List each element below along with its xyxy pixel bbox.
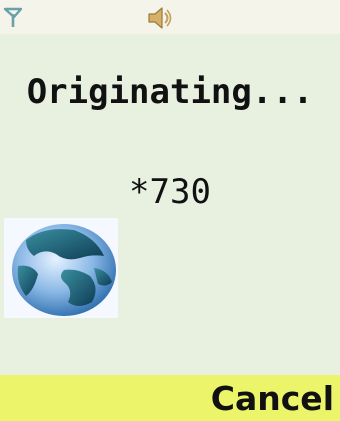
dialed-number: *730 [129,172,211,212]
softkey-bar: Cancel [0,375,340,421]
globe-icon [4,218,118,318]
speaker-icon [148,7,172,29]
cancel-button[interactable]: Cancel [211,379,334,419]
signal-antenna-icon [3,7,23,27]
call-status-title: Originating... [26,72,314,112]
phone-screen: Originating... *730 Cancel [0,0,340,421]
status-bar [0,0,340,34]
